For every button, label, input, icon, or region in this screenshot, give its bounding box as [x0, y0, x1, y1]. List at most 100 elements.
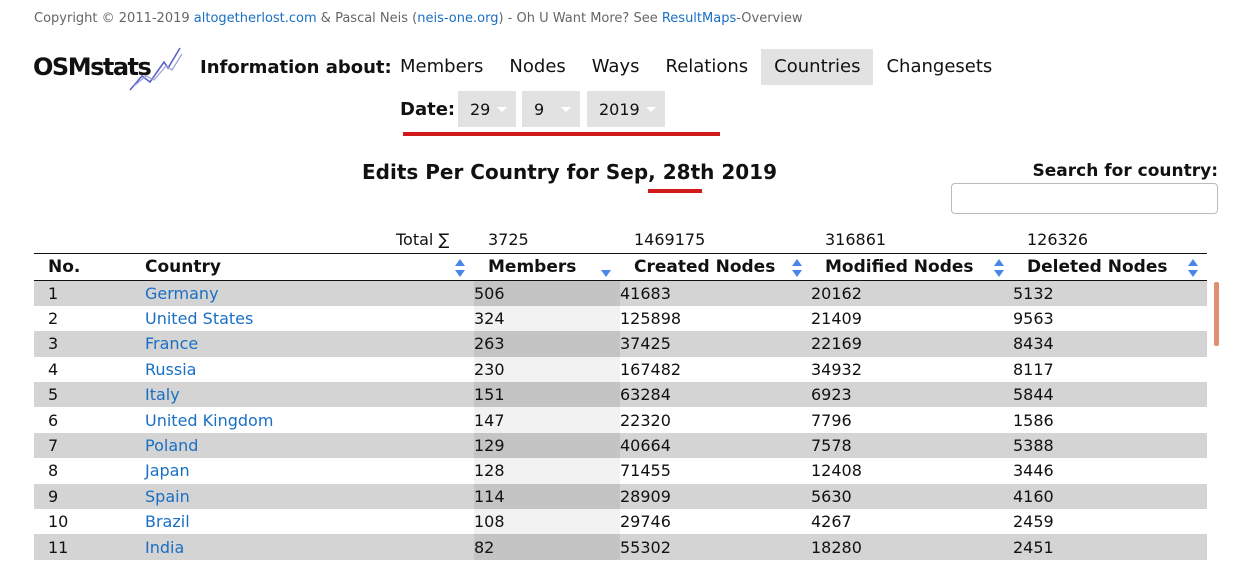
total-members: 3725 [488, 230, 529, 249]
header-country[interactable]: Country [131, 253, 474, 281]
cell-deleted: 8117 [1013, 356, 1207, 383]
header-created-nodes[interactable]: Created Nodes [620, 253, 811, 281]
country-link[interactable]: Japan [145, 461, 190, 480]
nav-nodes[interactable]: Nodes [496, 49, 578, 85]
chevron-down-icon [497, 107, 507, 112]
cell-created: 41683 [620, 280, 811, 306]
chart-line-icon [129, 47, 183, 91]
sort-both-icon [792, 259, 802, 277]
cell-modified: 20162 [811, 280, 1013, 306]
table-row: 8 Japan 128 71455 12408 3446 [34, 458, 1207, 484]
main-nav: Members Nodes Ways Relations Countries C… [387, 49, 1005, 85]
nav-changesets[interactable]: Changesets [873, 49, 1005, 85]
cell-created: 63284 [620, 382, 811, 408]
cell-modified: 4267 [811, 509, 1013, 535]
country-link[interactable]: Germany [145, 284, 219, 303]
total-label: Total ∑ [396, 230, 450, 249]
cell-modified: 6923 [811, 382, 1013, 408]
cell-modified: 21409 [811, 305, 1013, 332]
cell-deleted: 3446 [1013, 458, 1207, 484]
table-row: 9 Spain 114 28909 5630 4160 [34, 483, 1207, 510]
nav-ways[interactable]: Ways [579, 49, 653, 85]
header-modified-nodes[interactable]: Modified Nodes [811, 253, 1013, 281]
country-link[interactable]: Poland [145, 436, 198, 455]
header-no[interactable]: No. [34, 253, 131, 281]
year-select[interactable]: 2019 [587, 91, 665, 127]
table-row: 4 Russia 230 167482 34932 8117 [34, 356, 1207, 383]
table-row: 7 Poland 129 40664 7578 5388 [34, 432, 1207, 459]
country-link[interactable]: Italy [145, 385, 180, 404]
cell-created: 40664 [620, 432, 811, 459]
country-link[interactable]: France [145, 334, 198, 353]
cell-no: 8 [34, 458, 131, 484]
cell-deleted: 5388 [1013, 432, 1207, 459]
cell-deleted: 8434 [1013, 331, 1207, 357]
cell-deleted: 2459 [1013, 509, 1207, 535]
copyright-notice: Copyright © 2011-2019 altogetherlost.com… [34, 11, 803, 26]
header-deleted-nodes[interactable]: Deleted Nodes [1013, 253, 1207, 281]
cell-created: 71455 [620, 458, 811, 484]
cell-no: 11 [34, 534, 131, 560]
country-link[interactable]: Spain [145, 487, 190, 506]
cell-no: 10 [34, 509, 131, 535]
cell-members: 263 [474, 331, 620, 357]
cell-deleted: 5844 [1013, 382, 1207, 408]
cell-no: 1 [34, 280, 131, 306]
country-link[interactable]: United Kingdom [145, 411, 273, 430]
cell-deleted: 1586 [1013, 407, 1207, 433]
country-link[interactable]: United States [145, 309, 253, 328]
altogetherlost-link[interactable]: altogetherlost.com [194, 11, 317, 26]
neis-one-link[interactable]: neis-one.org [417, 11, 498, 26]
nav-members[interactable]: Members [387, 49, 496, 85]
cell-members: 230 [474, 356, 620, 383]
cell-members: 108 [474, 509, 620, 535]
cell-modified: 22169 [811, 331, 1013, 357]
sort-desc-icon [601, 270, 611, 277]
totals-row: Total ∑ 3725 1469175 316861 126326 [34, 230, 1207, 252]
resultmaps-link[interactable]: ResultMaps [662, 11, 736, 26]
page-title: Edits Per Country for Sep, 28th 2019 [362, 160, 777, 184]
cell-members: 324 [474, 305, 620, 332]
cell-created: 22320 [620, 407, 811, 433]
country-search-input[interactable] [951, 183, 1218, 214]
scrollbar-thumb[interactable] [1214, 282, 1219, 346]
cell-members: 147 [474, 407, 620, 433]
total-deleted: 126326 [1027, 230, 1089, 249]
cell-no: 2 [34, 305, 131, 332]
table-row: 11 India 82 55302 18280 2451 [34, 534, 1207, 560]
table-row: 10 Brazil 108 29746 4267 2459 [34, 509, 1207, 535]
month-select[interactable]: 9 [522, 91, 580, 127]
cell-members: 506 [474, 280, 620, 306]
cell-modified: 34932 [811, 356, 1013, 383]
date-label: Date: [400, 99, 456, 120]
nav-relations[interactable]: Relations [653, 49, 762, 85]
cell-deleted: 9563 [1013, 305, 1207, 332]
table-row: 3 France 263 37425 22169 8434 [34, 331, 1207, 357]
day-select[interactable]: 29 [458, 91, 516, 127]
cell-created: 29746 [620, 509, 811, 535]
cell-created: 125898 [620, 305, 811, 332]
country-link[interactable]: India [145, 538, 184, 557]
sort-both-icon [455, 259, 465, 277]
cell-created: 55302 [620, 534, 811, 560]
cell-modified: 7796 [811, 407, 1013, 433]
countries-table: No. Country Members Created Nodes Modifi… [34, 253, 1207, 560]
table-row: 6 United Kingdom 147 22320 7796 1586 [34, 407, 1207, 433]
info-about-label: Information about: [200, 57, 392, 78]
cell-members: 114 [474, 483, 620, 510]
table-row: 2 United States 324 125898 21409 9563 [34, 305, 1207, 332]
header-members[interactable]: Members [474, 253, 620, 281]
cell-modified: 7578 [811, 432, 1013, 459]
chevron-down-icon [561, 107, 571, 112]
cell-members: 129 [474, 432, 620, 459]
country-link[interactable]: Brazil [145, 512, 190, 531]
chevron-down-icon [646, 107, 656, 112]
title-underline [648, 189, 702, 193]
nav-countries[interactable]: Countries [761, 49, 874, 85]
cell-deleted: 4160 [1013, 483, 1207, 510]
cell-members: 151 [474, 382, 620, 408]
cell-members: 128 [474, 458, 620, 484]
country-link[interactable]: Russia [145, 360, 196, 379]
cell-created: 167482 [620, 356, 811, 383]
osmstats-logo[interactable]: OSMstats [33, 46, 183, 94]
